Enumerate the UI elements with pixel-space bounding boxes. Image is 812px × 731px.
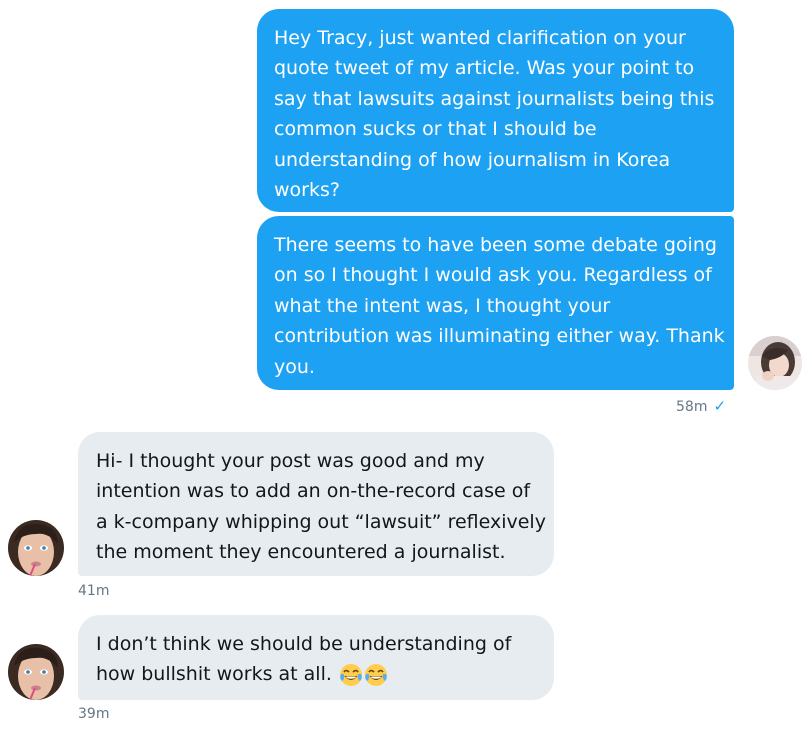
timestamp-text: 41m — [78, 583, 110, 599]
message-bubble-incoming[interactable]: I don’t think we should be understanding… — [78, 615, 554, 700]
message-line: how bullshit works at all. — [96, 659, 540, 689]
message-line: contribution was illuminating either way… — [274, 325, 725, 348]
message-timestamp: 39m — [78, 705, 109, 723]
checkmark-icon: ✓ — [713, 397, 727, 415]
message-line: you. — [274, 355, 315, 378]
message-line: quote tweet of my article. Was your poin… — [274, 57, 695, 80]
avatar-image — [748, 336, 802, 390]
face-with-tears-of-joy-icon — [339, 663, 363, 687]
message-line: common sucks or that I should be — [274, 118, 597, 141]
message-line: intention was to add an on-the-record ca… — [96, 480, 531, 503]
message-bubble-incoming[interactable]: Hi- I thought your post was good and my … — [78, 432, 554, 576]
message-line: a k-company whipping out “lawsuit” refle… — [96, 510, 546, 533]
avatar-image — [8, 520, 64, 576]
avatar-me[interactable] — [748, 336, 802, 390]
message-line: understanding of how journalism in Korea — [274, 148, 671, 171]
message-bubble-outgoing[interactable]: There seems to have been some debate goi… — [257, 216, 734, 390]
message-line: on so I thought I would ask you. Regardl… — [274, 264, 712, 287]
timestamp-text: 58m — [676, 399, 708, 415]
message-line: I don’t think we should be understanding… — [96, 633, 512, 655]
avatar-tracy[interactable] — [8, 644, 64, 700]
message-line: say that lawsuits against journalists be… — [274, 87, 715, 110]
message-line-text: how bullshit works at all. — [96, 663, 332, 686]
message-timestamp: 41m — [78, 582, 109, 600]
message-line: what the intent was, I thought your — [274, 294, 611, 317]
message-line: Hi- I thought your post was good and my — [96, 450, 485, 472]
message-bubble-outgoing[interactable]: Hey Tracy, just wanted clarification on … — [257, 9, 734, 212]
avatar-image — [8, 644, 64, 700]
message-line: works? — [274, 179, 340, 202]
message-line: There seems to have been some debate goi… — [274, 234, 717, 256]
message-line: Hey Tracy, just wanted clarification on … — [274, 27, 686, 49]
avatar-tracy[interactable] — [8, 520, 64, 576]
timestamp-text: 39m — [78, 706, 110, 722]
message-line: the moment they encountered a journalist… — [96, 541, 506, 564]
face-with-tears-of-joy-icon — [364, 663, 388, 687]
message-timestamp: 58m ✓ — [676, 397, 726, 416]
dm-conversation: Hey Tracy, just wanted clarification on … — [0, 0, 812, 731]
